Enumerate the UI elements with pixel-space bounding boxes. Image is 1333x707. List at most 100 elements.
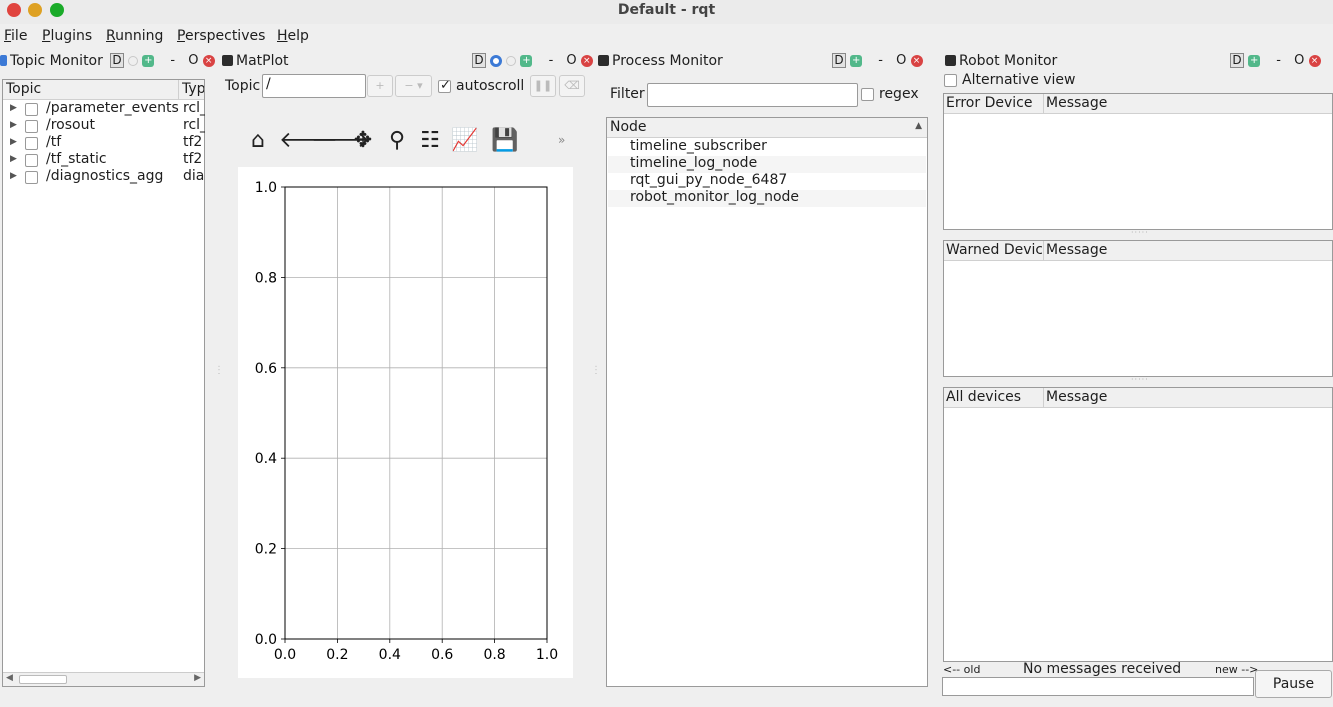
topic-row[interactable]: ▶ /diagnostics_agg dia	[3, 168, 204, 186]
splitter-handle[interactable]: ·····	[1131, 228, 1149, 237]
help-icon[interactable]	[128, 55, 139, 66]
close-panel-icon[interactable]: ×	[1308, 54, 1321, 67]
topic-checkbox[interactable]	[25, 154, 38, 167]
horizontal-scrollbar[interactable]: ◀ ▶	[3, 672, 204, 686]
topic-checkbox[interactable]	[25, 171, 38, 184]
clear-plot-button[interactable]: ⌫	[559, 75, 585, 97]
column-node[interactable]: Node	[610, 119, 647, 135]
all-devices-table[interactable]: All devices Message	[943, 387, 1333, 662]
menu-running[interactable]: Running	[106, 28, 163, 44]
splitter-handle[interactable]: ···	[214, 365, 223, 376]
minimize-panel-button[interactable]: -	[878, 53, 883, 68]
reload-icon[interactable]: +	[142, 54, 155, 67]
float-panel-button[interactable]: O	[188, 53, 198, 68]
column-message[interactable]: Message	[1046, 95, 1107, 111]
edit-axis-icon[interactable]: 📈	[451, 128, 478, 154]
topic-row[interactable]: ▶ /tf tf2	[3, 134, 203, 152]
save-icon[interactable]: 💾	[491, 128, 518, 154]
dock-button[interactable]: D	[1230, 53, 1244, 68]
reload-icon[interactable]: +	[850, 54, 863, 67]
forward-icon[interactable]: 🡒	[311, 128, 370, 154]
column-type[interactable]: Typ	[182, 81, 204, 97]
scroll-right-icon[interactable]: ▶	[194, 673, 201, 683]
menu-file[interactable]: File	[4, 28, 27, 44]
dock-button[interactable]: D	[832, 53, 846, 68]
expand-arrow-icon[interactable]: ▶	[10, 137, 17, 147]
matplot-title: MatPlot	[222, 53, 289, 69]
add-topic-button[interactable]: +	[367, 75, 393, 97]
topic-checkbox[interactable]	[25, 137, 38, 150]
topic-monitor-controls: D + - O ×	[110, 53, 215, 68]
float-panel-button[interactable]: O	[1294, 53, 1304, 68]
alternative-view-checkbox[interactable]	[944, 74, 957, 87]
topic-tree[interactable]: Topic Typ ▶ /parameter_events rcl_ ▶ /ro…	[2, 79, 205, 687]
topic-row[interactable]: ▶ /parameter_events rcl_	[3, 100, 205, 118]
timeline-slider[interactable]	[942, 677, 1254, 696]
autoscroll-checkbox[interactable]	[438, 78, 451, 93]
column-message[interactable]: Message	[1046, 389, 1107, 405]
column-warned-device[interactable]: Warned Device	[946, 242, 1042, 258]
plot-axes-frame	[284, 186, 548, 640]
scroll-left-icon[interactable]: ◀	[6, 673, 13, 683]
scrollbar-thumb[interactable]	[19, 675, 67, 684]
dock-button[interactable]: D	[110, 53, 124, 68]
toolbar-overflow-icon[interactable]: »	[558, 133, 565, 147]
close-panel-icon[interactable]: ×	[910, 54, 923, 67]
home-icon[interactable]: ⌂	[246, 128, 270, 154]
matplot-controls: D + - O ×	[472, 53, 593, 68]
regex-checkbox[interactable]	[861, 88, 874, 101]
pan-icon[interactable]: ✥	[351, 128, 375, 154]
menu-help[interactable]: Help	[277, 28, 309, 44]
configure-subplots-icon[interactable]: ☷	[418, 128, 442, 154]
column-all-devices[interactable]: All devices	[946, 389, 1042, 405]
list-item[interactable]: robot_monitor_log_node	[608, 189, 926, 207]
back-icon[interactable]: 🡐	[279, 128, 338, 154]
splitter-handle[interactable]: ···	[591, 365, 600, 376]
column-message[interactable]: Message	[1046, 242, 1107, 258]
warned-device-table[interactable]: Warned Device Message	[943, 240, 1333, 377]
topic-row[interactable]: ▶ /rosout rcl_	[3, 117, 205, 135]
list-item[interactable]: timeline_subscriber	[608, 138, 926, 156]
float-panel-button[interactable]: O	[896, 53, 906, 68]
y-tick-label: 0.4	[255, 451, 277, 467]
node-list[interactable]: Node ▲ timeline_subscriber timeline_log_…	[606, 117, 928, 687]
float-panel-button[interactable]: O	[566, 53, 576, 68]
column-error-device[interactable]: Error Device	[946, 95, 1042, 111]
menu-plugins[interactable]: Plugins	[42, 28, 92, 44]
topic-input[interactable]: /	[262, 74, 366, 98]
topic-row[interactable]: ▶ /tf_static tf2	[3, 151, 203, 169]
x-tick-label: 1.0	[536, 647, 558, 663]
expand-arrow-icon[interactable]: ▶	[10, 171, 17, 181]
topic-name: /parameter_events	[46, 100, 179, 116]
close-panel-icon[interactable]: ×	[580, 54, 593, 67]
column-topic[interactable]: Topic	[6, 81, 41, 97]
reload-icon[interactable]: +	[520, 54, 533, 67]
remove-topic-button[interactable]: − ▾	[395, 75, 432, 97]
minimize-panel-button[interactable]: -	[549, 53, 554, 68]
expand-arrow-icon[interactable]: ▶	[10, 103, 17, 113]
minimize-panel-button[interactable]: -	[170, 53, 175, 68]
menu-perspectives[interactable]: Perspectives	[177, 28, 265, 44]
list-item[interactable]: rqt_gui_py_node_6487	[608, 172, 926, 190]
minimize-panel-button[interactable]: -	[1276, 53, 1281, 68]
sort-ascending-icon[interactable]: ▲	[915, 121, 922, 131]
expand-arrow-icon[interactable]: ▶	[10, 120, 17, 130]
settings-gear-icon[interactable]	[490, 54, 503, 67]
filter-input[interactable]	[647, 83, 858, 107]
close-panel-icon[interactable]: ×	[202, 54, 215, 67]
reload-icon[interactable]: +	[1248, 54, 1261, 67]
topic-checkbox[interactable]	[25, 103, 38, 116]
plot-figure[interactable]: 0.0 0.2 0.4 0.6 0.8 1.0 0.0 0.2 0.4 0.6 0.8 1.0	[238, 167, 573, 678]
list-item[interactable]: timeline_log_node	[608, 155, 926, 173]
plot-canvas[interactable]: 0.0 0.2 0.4 0.6 0.8 1.0 0.0 0.2 0.4 0.6 0.8 1.0	[238, 167, 573, 678]
expand-arrow-icon[interactable]: ▶	[10, 154, 17, 164]
splitter-handle[interactable]: ·····	[1131, 375, 1149, 384]
topic-checkbox[interactable]	[25, 120, 38, 133]
regex-label: regex	[879, 86, 919, 102]
pause-button[interactable]: Pause	[1255, 670, 1332, 698]
pause-plot-button[interactable]: ❚❚	[530, 75, 556, 97]
error-device-table[interactable]: Error Device Message	[943, 93, 1333, 230]
dock-button[interactable]: D	[472, 53, 486, 68]
help-icon[interactable]	[506, 55, 517, 66]
zoom-icon[interactable]: ⚲	[385, 128, 409, 154]
